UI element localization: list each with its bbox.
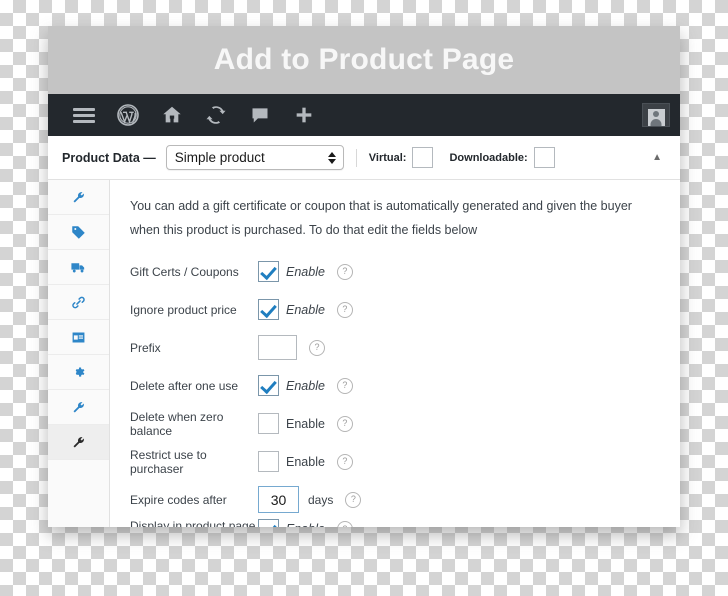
product-type-value: Simple product <box>174 150 265 165</box>
enable-label: Enable <box>286 264 325 279</box>
field-control: Enable ? <box>258 451 353 473</box>
help-icon[interactable]: ? <box>336 301 353 318</box>
ignore-product-price-checkbox[interactable] <box>258 299 279 321</box>
field-control: Enable ? <box>258 299 353 321</box>
help-icon[interactable]: ? <box>345 491 362 508</box>
field-prefix: Prefix ? <box>130 329 662 367</box>
tab-extra-options[interactable] <box>48 390 109 425</box>
tab-attributes[interactable] <box>48 320 109 355</box>
wrench-icon <box>73 401 84 412</box>
tag-icon <box>72 225 85 239</box>
wrench-icon <box>73 191 84 202</box>
help-icon[interactable]: ? <box>336 263 353 280</box>
field-control: ? <box>258 335 325 361</box>
plus-icon[interactable] <box>282 94 326 136</box>
field-control: 30 days ? <box>258 486 362 514</box>
field-control: Enable ? <box>258 261 353 283</box>
delete-after-one-use-checkbox[interactable] <box>258 375 279 397</box>
field-delete-after-one-use: Delete after one use Enable ? <box>130 367 662 405</box>
field-control: Enable ? <box>258 413 353 435</box>
field-display-in-product-page: Display in product page Enable ? <box>130 518 662 527</box>
virtual-checkbox[interactable] <box>412 147 434 168</box>
expire-unit-label: days <box>308 492 334 507</box>
comments-icon[interactable] <box>238 94 282 136</box>
home-icon[interactable] <box>150 94 194 136</box>
field-ignore-product-price: Ignore product price Enable ? <box>130 291 662 329</box>
help-icon[interactable]: ? <box>336 415 353 432</box>
product-type-select[interactable]: Simple product <box>165 145 344 170</box>
enable-label: Enable <box>286 454 325 469</box>
product-data-body: You can add a gift certificate or coupon… <box>48 180 680 527</box>
stepper-arrows-icon <box>327 151 336 164</box>
avatar-glyph <box>647 109 665 126</box>
delete-when-zero-balance-checkbox[interactable] <box>258 413 279 435</box>
wp-admin-bar <box>48 94 680 136</box>
link-icon <box>72 296 85 308</box>
field-label: Prefix <box>130 340 161 355</box>
help-icon[interactable]: ? <box>309 339 325 356</box>
gear-icon <box>75 366 85 377</box>
avatar[interactable] <box>642 103 670 127</box>
menu-icon[interactable] <box>62 94 106 136</box>
page-title: Add to Product Page <box>213 43 515 76</box>
gift-certs-coupons-checkbox[interactable] <box>258 261 279 283</box>
field-gift-certs-coupons: Gift Certs / Coupons Enable ? <box>130 253 662 291</box>
tab-gift-certs[interactable] <box>48 425 109 460</box>
tab-general[interactable] <box>48 180 109 215</box>
virtual-label: Virtual: <box>368 151 407 164</box>
field-label: Delete after one use <box>130 378 239 393</box>
tab-advanced[interactable] <box>48 355 109 390</box>
truck-icon <box>71 262 85 272</box>
enable-label: Enable <box>286 302 325 317</box>
field-control: Enable ? <box>258 375 353 397</box>
hamburger-glyph <box>73 107 95 123</box>
enable-label: Enable <box>286 378 325 393</box>
enable-label: Enable <box>286 416 325 431</box>
field-label: Gift Certs / Coupons <box>130 264 239 279</box>
field-label: Expire codes after <box>130 492 227 507</box>
field-control: Enable ? <box>258 518 353 527</box>
expire-codes-input[interactable]: 30 <box>258 486 299 514</box>
enable-label: Enable <box>286 522 325 527</box>
field-delete-when-zero-balance: Delete when zero balance Enable ? <box>130 405 662 443</box>
tab-inventory[interactable] <box>48 215 109 250</box>
prefix-input[interactable] <box>258 335 297 361</box>
field-expire-codes-after: Expire codes after 30 days ? <box>130 481 662 519</box>
banner: Add to Product Page <box>48 26 680 94</box>
collapse-toggle-icon[interactable]: ▲ <box>652 152 666 163</box>
field-label: Display in product page <box>130 518 256 527</box>
toolbar-divider <box>355 148 357 167</box>
tab-linked-products[interactable] <box>48 285 109 320</box>
field-label: Delete when zero balance <box>130 409 224 438</box>
wordpress-icon[interactable] <box>106 94 150 136</box>
downloadable-label: Downloadable: <box>449 151 528 164</box>
tab-shipping[interactable] <box>48 250 109 285</box>
gift-certs-panel: You can add a gift certificate or coupon… <box>110 180 680 527</box>
field-label: Ignore product price <box>130 302 237 317</box>
product-editor-window: Add to Product Page Product Data — Simpl… <box>48 26 680 527</box>
panel-description: You can add a gift certificate or coupon… <box>130 199 632 238</box>
field-label: Restrict use to purchaser <box>130 447 207 476</box>
downloadable-checkbox[interactable] <box>533 147 555 168</box>
product-data-toolbar: Product Data — Simple product Virtual: D… <box>48 136 680 180</box>
help-icon[interactable]: ? <box>336 377 353 394</box>
window-icon <box>72 332 85 342</box>
help-icon[interactable]: ? <box>336 521 353 527</box>
field-restrict-use-to-purchaser: Restrict use to purchaser Enable ? <box>130 443 662 481</box>
product-data-tabs <box>48 180 110 527</box>
product-data-label: Product Data — <box>62 150 156 165</box>
display-in-product-page-checkbox[interactable] <box>258 518 279 527</box>
help-icon[interactable]: ? <box>336 453 353 470</box>
restrict-use-to-purchaser-checkbox[interactable] <box>258 451 279 473</box>
updates-icon[interactable] <box>194 94 238 136</box>
wrench-icon <box>73 436 84 447</box>
